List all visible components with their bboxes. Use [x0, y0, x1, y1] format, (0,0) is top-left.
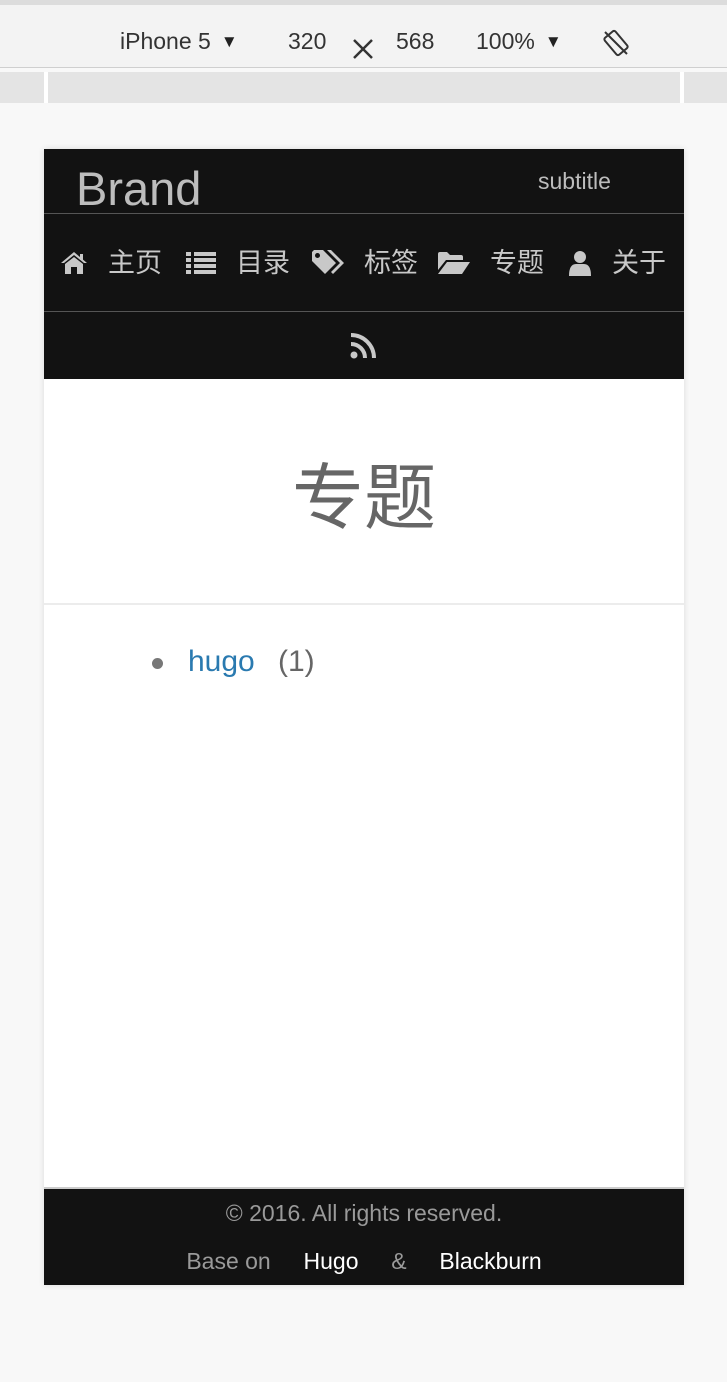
blackburn-link[interactable]: Blackburn: [439, 1248, 541, 1274]
site-footer: © 2016. All rights reserved. Base on Hug…: [44, 1187, 684, 1285]
rotate-icon[interactable]: [602, 29, 630, 57]
nav-label: 关于: [612, 248, 666, 278]
dimension-times-icon: [353, 39, 373, 59]
zoom-dropdown-icon: ▼: [544, 32, 562, 51]
tags-icon: [312, 250, 344, 274]
nav-label: 标签: [364, 248, 418, 278]
ruler-separator: [44, 72, 48, 103]
device-viewport: Brand subtitle 主页 目录 标签 专题 关于 专题 hugo (1…: [44, 149, 684, 1285]
site-subtitle: subtitle: [538, 168, 611, 194]
series-link-hugo[interactable]: hugo: [188, 643, 255, 681]
nav-item-series[interactable]: 专题: [438, 215, 544, 311]
height-field[interactable]: 568: [396, 25, 434, 57]
rss-icon[interactable]: [350, 333, 378, 359]
list-icon: [186, 252, 216, 274]
device-name: iPhone 5: [120, 28, 211, 54]
brand-link[interactable]: Brand: [76, 161, 201, 217]
nav-label: 目录: [236, 248, 290, 278]
nav-item-about[interactable]: 关于: [568, 215, 666, 311]
ruler-separator: [680, 72, 684, 103]
copyright-text: © 2016. All rights reserved.: [225, 1200, 503, 1226]
page-title: 专题: [291, 459, 436, 539]
zoom-value: 100%: [476, 28, 535, 54]
nav-item-home[interactable]: 主页: [60, 215, 162, 311]
nav-label: 专题: [490, 248, 544, 278]
user-icon: [569, 251, 591, 276]
media-query-ruler: [0, 72, 727, 103]
footer-credits: Base on Hugo & Blackburn: [44, 1247, 684, 1275]
device-toolbar: iPhone 5 ▼ 320 568 100% ▼: [0, 0, 727, 68]
hugo-link[interactable]: Hugo: [304, 1248, 359, 1274]
main-nav: 主页 目录 标签 专题 关于: [44, 215, 684, 311]
list-bullet: [152, 658, 163, 669]
site-header: Brand subtitle 主页 目录 标签 专题 关于: [44, 149, 684, 379]
base-on-text: Base on: [186, 1248, 271, 1274]
nav-item-tags[interactable]: 标签: [312, 215, 418, 311]
device-dropdown-icon: ▼: [220, 32, 238, 51]
series-count: (1): [278, 645, 315, 678]
header-divider: [44, 213, 684, 214]
zoom-select[interactable]: 100% ▼: [476, 25, 562, 58]
nav-label: 主页: [108, 248, 162, 278]
nav-item-catalog[interactable]: 目录: [186, 215, 290, 311]
device-select[interactable]: iPhone 5 ▼: [120, 25, 238, 58]
width-field[interactable]: 320: [288, 25, 326, 57]
title-divider: [44, 603, 684, 605]
folder-open-icon: [438, 252, 470, 274]
nav-divider: [44, 311, 684, 312]
ampersand-text: &: [391, 1248, 407, 1274]
home-icon: [61, 252, 87, 274]
